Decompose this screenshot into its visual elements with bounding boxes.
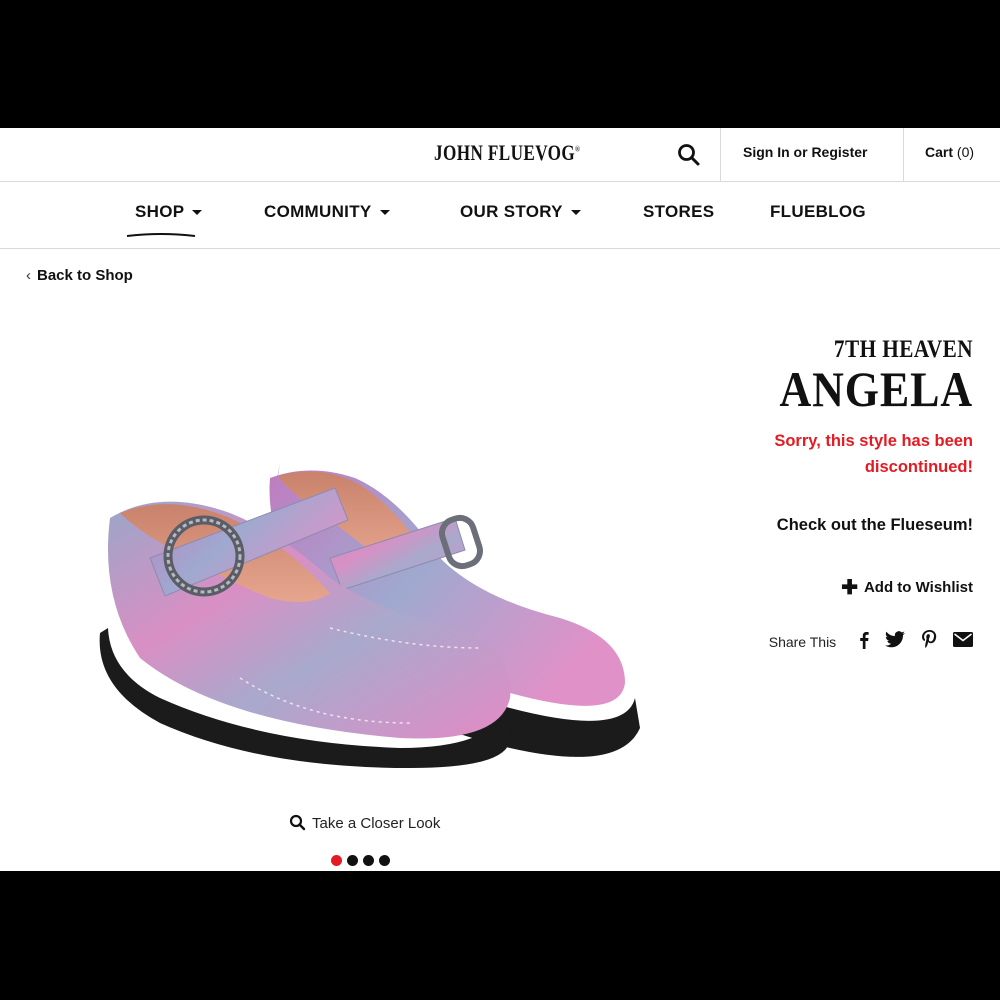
site-logo[interactable]: JOHN FLUEVOG®	[434, 140, 580, 166]
cart-label: Cart	[925, 144, 954, 160]
chevron-left-icon: ‹	[26, 267, 31, 284]
chevron-down-icon	[192, 210, 203, 216]
nav-flueblog[interactable]: FLUEBLOG	[770, 202, 866, 222]
gallery-dot[interactable]	[363, 855, 374, 866]
discontinued-notice: Sorry, this style has been discontinued!	[774, 432, 973, 476]
share-bar: Share This	[713, 630, 973, 654]
nav-stores[interactable]: STORES	[643, 202, 714, 222]
gallery-pagination	[331, 853, 395, 871]
active-nav-underline	[126, 233, 196, 237]
browser-viewport: JOHN FLUEVOG® Sign In or Register Cart (…	[0, 128, 1000, 871]
main-nav: SHOP COMMUNITY OUR STORY STORES FLUEBLOG	[0, 182, 1000, 249]
facebook-icon[interactable]	[859, 631, 869, 654]
chevron-down-icon	[379, 210, 390, 216]
gallery-dot[interactable]	[379, 855, 390, 866]
plus-icon: ✚	[841, 577, 858, 599]
add-to-wishlist-button[interactable]: ✚ Add to Wishlist	[713, 575, 973, 600]
back-to-shop-link[interactable]: ‹ Back to Shop	[26, 267, 133, 284]
pinterest-icon[interactable]	[921, 630, 937, 654]
site-header: JOHN FLUEVOG® Sign In or Register Cart (…	[0, 128, 1000, 182]
share-label: Share This	[768, 634, 837, 650]
flueseum-link[interactable]: Check out the Flueseum!	[713, 516, 973, 535]
take-closer-look-button[interactable]: Take a Closer Look	[289, 814, 440, 832]
product-info: 7TH HEAVEN ANGELA Sorry, this style has …	[713, 336, 973, 654]
header-divider	[903, 128, 904, 181]
search-button[interactable]	[676, 142, 702, 168]
cart-count: (0)	[956, 144, 975, 160]
twitter-icon[interactable]	[885, 631, 906, 653]
email-icon[interactable]	[953, 632, 973, 652]
search-icon	[678, 144, 700, 166]
nav-our-story[interactable]: OUR STORY	[460, 202, 581, 222]
header-divider	[720, 128, 721, 181]
gallery-dot[interactable]	[347, 855, 358, 866]
chevron-down-icon	[570, 210, 581, 216]
product-image[interactable]	[80, 328, 650, 768]
cart-link[interactable]: Cart (0)	[925, 144, 974, 160]
search-icon	[289, 814, 306, 831]
collection-name: 7TH HEAVEN	[833, 336, 973, 363]
nav-community[interactable]: COMMUNITY	[264, 202, 390, 222]
product-title: ANGELA	[779, 361, 973, 417]
sign-in-register-link[interactable]: Sign In or Register	[743, 144, 867, 160]
nav-shop[interactable]: SHOP	[135, 202, 203, 222]
gallery-dot[interactable]	[331, 855, 342, 866]
